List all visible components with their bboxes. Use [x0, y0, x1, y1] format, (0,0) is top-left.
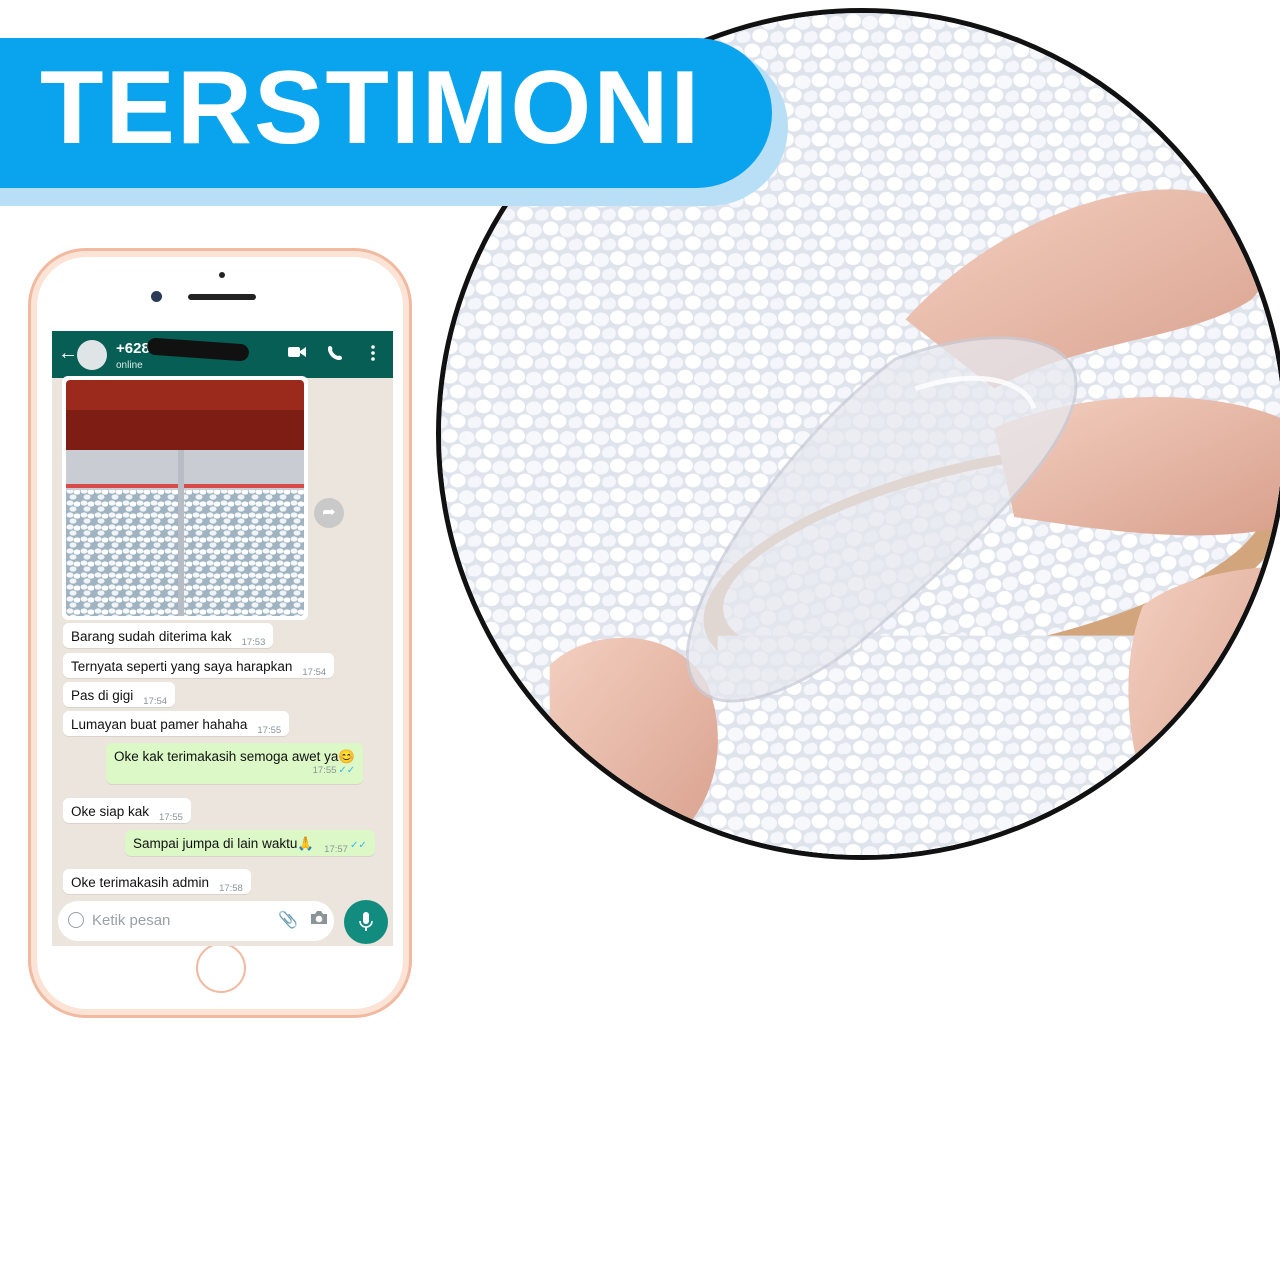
message-out: Oke kak terimakasih semoga awet ya😊 17:5… [106, 743, 364, 784]
message-time: 17:54 [302, 667, 327, 678]
banner-title: TERSTIMONI [40, 50, 702, 166]
contact-status: online [116, 360, 143, 371]
message-in: Pas di gigi 17:54 [63, 682, 176, 707]
message-in: Oke terimakasih admin 17:58 [63, 869, 251, 894]
message-text: Ternyata seperti yang saya harapkan [71, 659, 293, 674]
message-input[interactable]: Ketik pesan 📎 [58, 901, 334, 941]
message-text: Sampai jumpa di lain waktu🙏 [133, 836, 315, 851]
shared-photo[interactable] [62, 376, 308, 620]
forward-icon[interactable]: ➦ [314, 498, 344, 528]
avatar[interactable] [77, 340, 107, 370]
message-time: 17:55 [159, 812, 183, 823]
paperclip-icon[interactable]: 📎 [278, 910, 298, 930]
contact-number[interactable]: +628 [116, 340, 150, 357]
phone-sensor [219, 272, 225, 278]
phone-icon[interactable] [327, 345, 343, 366]
read-ticks-icon: ✓✓ [338, 765, 356, 776]
message-time: 17:54 [143, 696, 168, 707]
emoji-icon[interactable] [68, 912, 84, 928]
chat-header: ← +628 online [52, 331, 393, 378]
message-in: Lumayan buat pamer hahaha 17:55 [63, 711, 290, 736]
arrow-left-icon[interactable]: ← [58, 343, 78, 363]
message-time: 17:57 [324, 844, 348, 855]
whatsapp-screen: ← +628 online ➦ Barang sudah diterima ka… [52, 331, 393, 946]
message-time: 17:53 [241, 637, 266, 648]
message-out: Sampai jumpa di lain waktu🙏 17:57 ✓✓ [125, 830, 375, 856]
message-text: Pas di gigi [71, 688, 134, 703]
shared-photo-illustration [66, 380, 304, 616]
phone-speaker [188, 294, 256, 300]
video-call-icon[interactable] [288, 345, 306, 364]
message-text: Oke siap kak [71, 804, 150, 819]
front-camera [151, 291, 162, 302]
home-button[interactable] [196, 943, 246, 993]
message-in: Ternyata seperti yang saya harapkan 17:54 [63, 653, 335, 678]
message-text: Oke terimakasih admin [71, 875, 210, 890]
more-vertical-icon[interactable] [370, 345, 376, 366]
message-time: 17:55 [312, 765, 337, 776]
read-ticks-icon: ✓✓ [349, 840, 367, 851]
message-text: Barang sudah diterima kak [71, 629, 232, 644]
message-time: 17:58 [219, 883, 243, 894]
camera-icon[interactable] [310, 910, 328, 929]
message-input-placeholder: Ketik pesan [92, 912, 171, 929]
message-text: Oke kak terimakasih semoga awet ya😊 [114, 749, 356, 764]
microphone-icon[interactable] [344, 900, 388, 944]
redaction-mark [146, 337, 250, 362]
message-in: Barang sudah diterima kak 17:53 [63, 623, 274, 648]
message-text: Lumayan buat pamer hahaha [71, 717, 248, 732]
message-time: 17:55 [257, 725, 282, 736]
message-in: Oke siap kak 17:55 [63, 798, 191, 823]
